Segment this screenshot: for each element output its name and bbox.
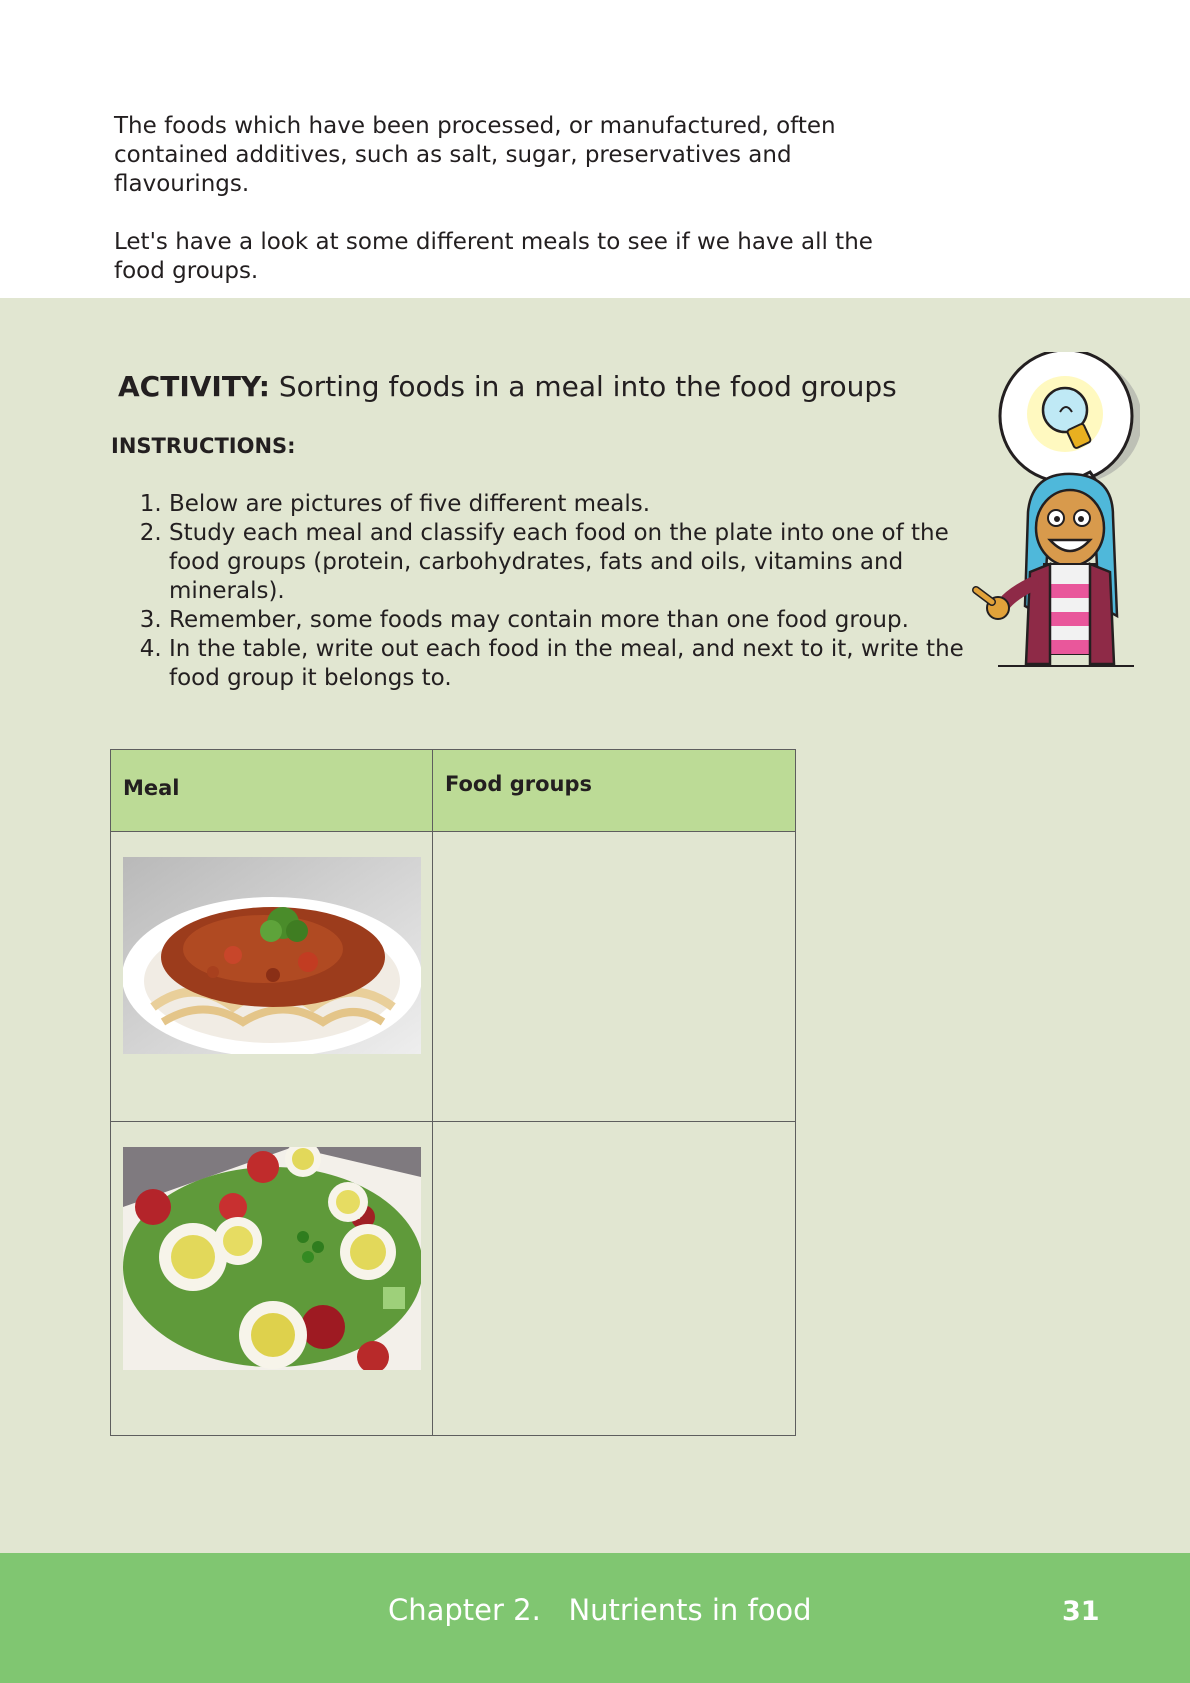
instruction-item: Study each meal and classify each food o… — [169, 519, 969, 606]
instruction-item: In the table, write out each food in the… — [169, 635, 969, 693]
activity-label: ACTIVITY: — [118, 370, 270, 403]
intro-paragraph-2: Let's have a look at some different meal… — [114, 229, 873, 284]
spaghetti-bolognese-photo — [123, 857, 421, 1054]
instructions-heading: INSTRUCTIONS: — [111, 434, 296, 458]
table-row — [110, 831, 796, 1122]
activity-title-text: Sorting foods in a meal into the food gr… — [269, 370, 897, 403]
meal-cell — [110, 831, 433, 1122]
chapter-title: Chapter 2. Nutrients in food — [388, 1593, 812, 1627]
table-row — [110, 1121, 796, 1436]
meal-table: Meal Food groups — [110, 749, 796, 1436]
activity-title: ACTIVITY: Sorting foods in a meal into t… — [118, 370, 897, 403]
food-groups-header-label: Food groups — [445, 772, 592, 796]
meal-header-label: Meal — [123, 776, 180, 800]
meal-column-header: Meal — [110, 749, 433, 832]
intro-paragraph-1: The foods which have been processed, or … — [114, 113, 836, 197]
food-groups-cell[interactable] — [432, 831, 796, 1122]
intro-text: The foods which have been processed, or … — [114, 112, 904, 315]
food-groups-column-header: Food groups — [432, 749, 796, 832]
instruction-item: Remember, some foods may contain more th… — [169, 606, 969, 635]
table-header-row: Meal Food groups — [110, 749, 796, 832]
idea-character-lightbulb-icon — [972, 352, 1140, 667]
page-number: 31 — [1062, 1596, 1100, 1627]
egg-salad-photo — [123, 1147, 421, 1370]
instructions-list: Below are pictures of five different mea… — [111, 490, 969, 693]
food-groups-cell[interactable] — [432, 1121, 796, 1436]
meal-cell — [110, 1121, 433, 1436]
instruction-item: Below are pictures of five different mea… — [169, 490, 969, 519]
